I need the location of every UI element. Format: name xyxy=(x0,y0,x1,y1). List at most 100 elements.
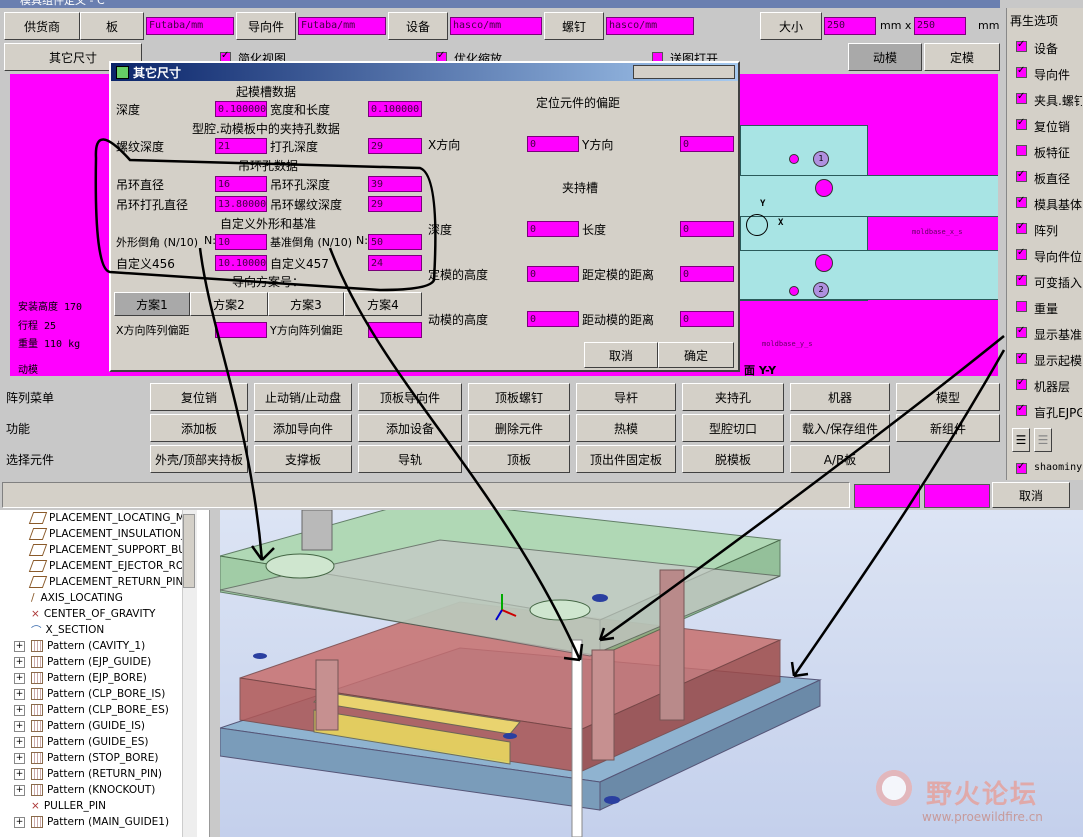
menu-button[interactable]: 顶板导向件 xyxy=(358,383,462,411)
screw-supplier-field[interactable]: hasco/mm xyxy=(606,17,694,35)
regen-option-checkbox[interactable] xyxy=(1016,91,1027,104)
expand-icon[interactable]: + xyxy=(14,816,25,828)
tree-item[interactable]: PLACEMENT_SUPPORT_BUS xyxy=(14,542,182,558)
regen-option-checkbox[interactable] xyxy=(1016,117,1027,130)
list-view-toggle-1[interactable]: ☰ xyxy=(1012,428,1030,452)
tree-item[interactable]: + Pattern (CLP_BORE_IS) xyxy=(14,686,165,702)
moving-height-field[interactable]: 0 xyxy=(527,311,579,327)
expand-icon[interactable]: + xyxy=(14,688,25,700)
regen-option-checkbox[interactable] xyxy=(1016,221,1027,234)
moving-distance-field[interactable]: 0 xyxy=(680,311,734,327)
menu-button[interactable]: 支撑板 xyxy=(254,445,352,473)
tree-item[interactable]: + Pattern (CAVITY_1) xyxy=(14,638,145,654)
scheme-3-button[interactable]: 方案3 xyxy=(268,292,344,316)
tree-item[interactable]: / AXIS_LOCATING xyxy=(14,590,123,606)
regen-option-checkbox[interactable] xyxy=(1016,145,1027,156)
datum-chamfer-field[interactable]: 50 xyxy=(368,234,422,250)
menu-button[interactable]: 外壳/顶部夹持板 xyxy=(150,445,248,473)
ring-diameter-field[interactable]: 16 xyxy=(215,176,267,192)
custom456-field[interactable]: 10.10000 xyxy=(215,255,267,271)
regen-option-checkbox[interactable] xyxy=(1016,377,1027,390)
menu-button[interactable]: 型腔切口 xyxy=(682,414,784,442)
dialog-control-button[interactable] xyxy=(633,65,735,79)
tree-item[interactable]: + Pattern (KNOCKOUT) xyxy=(14,782,155,798)
regen-option-checkbox[interactable] xyxy=(1016,351,1027,364)
menu-button[interactable]: 顶出件固定板 xyxy=(576,445,676,473)
tree-item[interactable]: + Pattern (GUIDE_ES) xyxy=(14,734,149,750)
expand-icon[interactable]: + xyxy=(14,752,25,764)
ring-thread-field[interactable]: 29 xyxy=(368,196,422,212)
menu-button[interactable]: 载入/保存组件 xyxy=(790,414,890,442)
menu-button[interactable]: 添加导向件 xyxy=(254,414,352,442)
menu-button[interactable]: 复位销 xyxy=(150,383,248,411)
size-button[interactable]: 大小 xyxy=(760,12,822,40)
menu-button[interactable]: 机器 xyxy=(790,383,890,411)
menu-button[interactable]: 添加设备 xyxy=(358,414,462,442)
regen-option-checkbox[interactable] xyxy=(1016,301,1027,312)
menu-button[interactable]: 新组件 xyxy=(896,414,1000,442)
slot-depth-field[interactable]: 0 xyxy=(527,221,579,237)
menu-button[interactable]: 止动销/止动盘 xyxy=(254,383,352,411)
tree-item[interactable]: ⌒ X_SECTION xyxy=(14,622,104,638)
outer-chamfer-field[interactable]: 10 xyxy=(215,234,267,250)
tree-item[interactable]: + Pattern (MAIN_GUIDE1) xyxy=(14,814,169,830)
guide-button[interactable]: 导向件 xyxy=(236,12,296,40)
menu-button[interactable]: 夹持孔 xyxy=(682,383,784,411)
tree-item[interactable]: × PULLER_PIN xyxy=(14,798,106,814)
regen-option-checkbox[interactable] xyxy=(1016,39,1027,52)
regen-option-checkbox[interactable] xyxy=(1016,169,1027,182)
x-direction-field[interactable]: 0 xyxy=(527,136,579,152)
tree-item[interactable]: × CENTER_OF_GRAVITY xyxy=(14,606,155,622)
menu-button[interactable]: 导杆 xyxy=(576,383,676,411)
menu-button[interactable]: 导轨 xyxy=(358,445,462,473)
y-direction-field[interactable]: 0 xyxy=(680,136,734,152)
device-supplier-field[interactable]: hasco/mm xyxy=(450,17,542,35)
scheme-2-button[interactable]: 方案2 xyxy=(190,292,268,316)
expand-icon[interactable]: + xyxy=(14,672,25,684)
width-length-field[interactable]: 0.100000 xyxy=(368,101,422,117)
tree-item[interactable]: + Pattern (CLP_BORE_ES) xyxy=(14,702,169,718)
guide-supplier-field[interactable]: Futaba/mm xyxy=(298,17,386,35)
menu-button[interactable]: 删除元件 xyxy=(468,414,570,442)
device-button[interactable]: 设备 xyxy=(388,12,448,40)
menu-button[interactable]: 顶板 xyxy=(468,445,570,473)
list-view-toggle-2[interactable]: ☰ xyxy=(1034,428,1052,452)
user-checkbox[interactable] xyxy=(1016,461,1027,474)
model-3d-viewport[interactable]: 野火论坛 www.proewildfire.cn xyxy=(220,510,1083,837)
menu-button[interactable]: 热模 xyxy=(576,414,676,442)
scheme-4-button[interactable]: 方案4 xyxy=(344,292,422,316)
drill-depth-field[interactable]: 29 xyxy=(368,138,422,154)
fixed-distance-field[interactable]: 0 xyxy=(680,266,734,282)
tree-item[interactable]: + Pattern (RETURN_PIN) xyxy=(14,766,162,782)
regen-option-checkbox[interactable] xyxy=(1016,403,1027,416)
slot-length-field[interactable]: 0 xyxy=(680,221,734,237)
tree-item[interactable]: PLACEMENT_INSULATION_ xyxy=(14,526,182,542)
regen-option-checkbox[interactable] xyxy=(1016,247,1027,260)
expand-icon[interactable]: + xyxy=(14,704,25,716)
expand-icon[interactable]: + xyxy=(14,720,25,732)
tree-item[interactable]: PLACEMENT_EJECTOR_RO xyxy=(14,558,182,574)
supplier-button[interactable]: 供货商 xyxy=(4,12,80,40)
ring-depth-field[interactable]: 39 xyxy=(368,176,422,192)
thread-depth-field[interactable]: 21 xyxy=(215,138,267,154)
y-offset-field[interactable] xyxy=(368,322,422,338)
menu-button[interactable]: 顶板螺钉 xyxy=(468,383,570,411)
plate-button[interactable]: 板 xyxy=(80,12,144,40)
expand-icon[interactable]: + xyxy=(14,640,25,652)
regen-option-checkbox[interactable] xyxy=(1016,195,1027,208)
menu-button[interactable]: A/B板 xyxy=(790,445,890,473)
screw-button[interactable]: 螺钉 xyxy=(544,12,604,40)
size-height-field[interactable]: 250 xyxy=(914,17,966,35)
expand-icon[interactable]: + xyxy=(14,768,25,780)
depth-field[interactable]: 0.100000 xyxy=(215,101,267,117)
menu-button[interactable]: 脱模板 xyxy=(682,445,784,473)
tree-item[interactable]: + Pattern (STOP_BORE) xyxy=(14,750,158,766)
dialog-ok-button[interactable]: 确定 xyxy=(658,342,734,368)
ring-drill-field[interactable]: 13.80000 xyxy=(215,196,267,212)
plate-supplier-field[interactable]: Futaba/mm xyxy=(146,17,234,35)
tree-item[interactable]: + Pattern (EJP_GUIDE) xyxy=(14,654,151,670)
scheme-1-button[interactable]: 方案1 xyxy=(114,292,190,316)
expand-icon[interactable]: + xyxy=(14,784,25,796)
dialog-cancel-button[interactable]: 取消 xyxy=(584,342,658,368)
custom457-field[interactable]: 24 xyxy=(368,255,422,271)
